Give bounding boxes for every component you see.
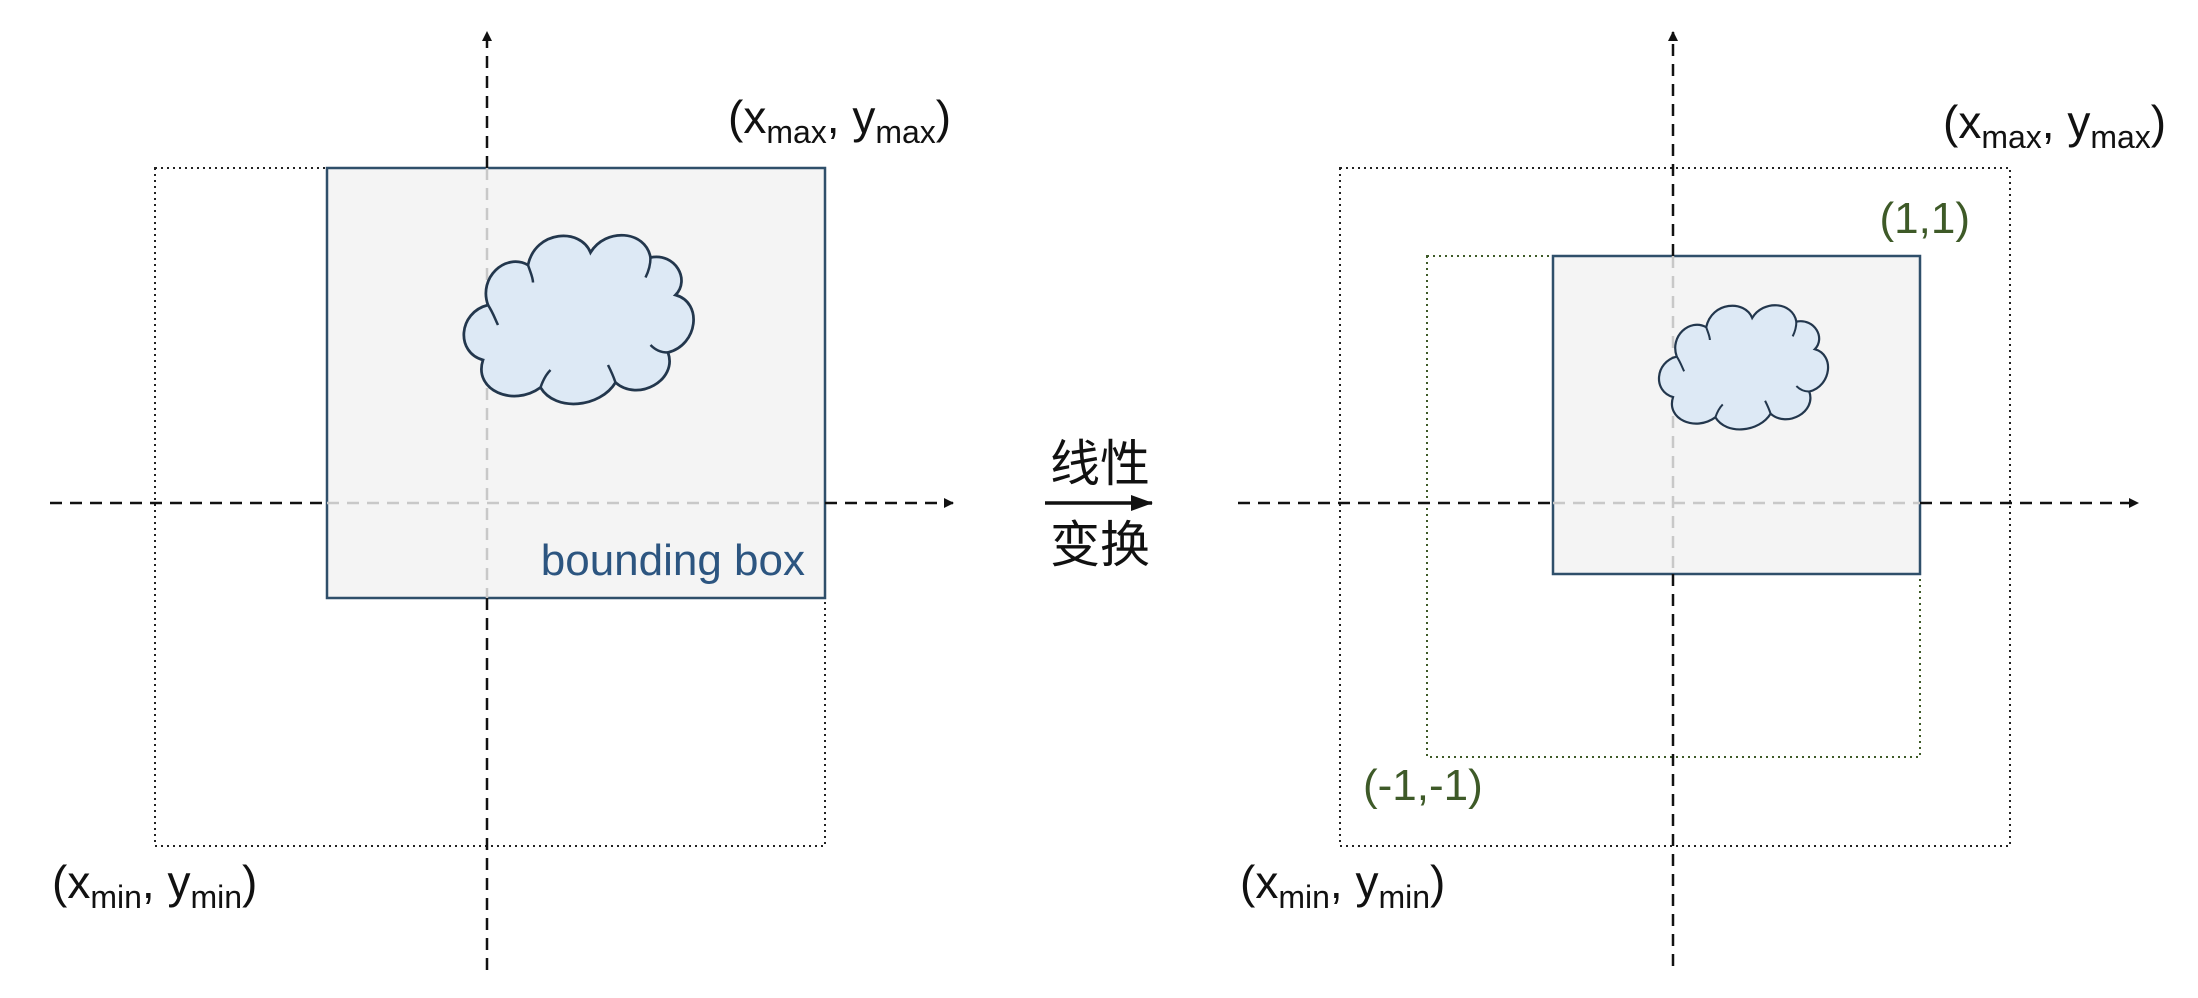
diagram-canvas: bounding box (xmax, ymax) (xmin, ymin) 线…	[50, 31, 2166, 972]
transform-label-top: 线性	[1050, 435, 1150, 493]
right-min-corner-label: (xmin, ymin)	[1240, 856, 1445, 915]
transform-label-bottom: 变换	[1050, 516, 1150, 574]
right-max-corner-label: (xmax, ymax)	[1943, 96, 2166, 155]
left-min-corner-label: (xmin, ymin)	[52, 856, 257, 915]
right-panel: (1,1) (-1,-1) (xmax, ymax) (xmin, ymin)	[1238, 31, 2166, 972]
ndc-min-label: (-1,-1)	[1363, 761, 1483, 810]
transform-arrow-group: 线性 变换	[1045, 435, 1153, 574]
ndc-max-label: (1,1)	[1880, 194, 1970, 243]
bounding-box-label: bounding box	[541, 536, 805, 585]
left-max-corner-label: (xmax, ymax)	[728, 91, 951, 150]
left-panel: bounding box (xmax, ymax) (xmin, ymin)	[50, 31, 954, 972]
